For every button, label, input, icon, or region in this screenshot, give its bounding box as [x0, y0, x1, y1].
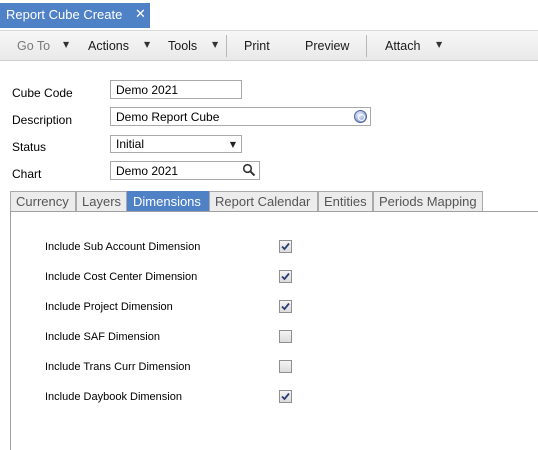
- tab-periods-mapping[interactable]: Periods Mapping: [373, 191, 483, 211]
- translate-lookup-icon[interactable]: [354, 110, 367, 123]
- chevron-down-icon[interactable]: ▼: [230, 140, 236, 149]
- cube-code-label: Cube Code: [12, 86, 73, 100]
- toolbar: Go To ▼ Actions ▼ Tools ▼ Print Preview …: [0, 31, 538, 61]
- status-label: Status: [12, 140, 47, 154]
- trans-curr-dimension-checkbox[interactable]: [279, 360, 292, 373]
- tab-label: Dimensions: [133, 194, 201, 209]
- checkmark-icon: [281, 392, 290, 401]
- daybook-dimension-checkbox[interactable]: [279, 390, 292, 403]
- checkmark-icon: [281, 242, 290, 251]
- goto-menu-button[interactable]: Go To: [17, 39, 50, 53]
- project-dimension-checkbox[interactable]: [279, 300, 292, 313]
- cube-code-input[interactable]: Demo 2021: [110, 80, 242, 99]
- goto-dropdown-arrow-icon[interactable]: ▼: [63, 40, 69, 49]
- daybook-dimension-label: Include Daybook Dimension: [45, 391, 182, 403]
- tab-entities[interactable]: Entities: [318, 191, 373, 211]
- description-label: Description: [12, 113, 73, 127]
- tab-report-calendar[interactable]: Report Calendar: [209, 191, 318, 211]
- chart-input[interactable]: Demo 2021: [110, 161, 260, 180]
- preview-button[interactable]: Preview: [305, 39, 349, 53]
- status-select[interactable]: Initial ▼: [110, 135, 242, 153]
- print-button[interactable]: Print: [244, 39, 270, 53]
- tab-label: Entities: [324, 194, 367, 209]
- project-dimension-label: Include Project Dimension: [45, 301, 173, 313]
- section-tab-bar: Currency Layers Dimensions Report Calend…: [10, 191, 538, 212]
- tools-menu-button[interactable]: Tools: [168, 39, 197, 53]
- document-tab-strip: Report Cube Create ✕: [0, 0, 538, 31]
- close-icon[interactable]: ✕: [135, 7, 146, 22]
- tab-label: Currency: [16, 194, 69, 209]
- trans-curr-dimension-label: Include Trans Curr Dimension: [45, 361, 191, 373]
- tools-dropdown-arrow-icon[interactable]: ▼: [212, 40, 218, 49]
- cube-code-value: Demo 2021: [116, 83, 179, 97]
- attach-dropdown-arrow-icon[interactable]: ▼: [436, 40, 442, 49]
- search-icon[interactable]: [242, 163, 256, 177]
- sub-account-dimension-label: Include Sub Account Dimension: [45, 241, 201, 253]
- toolbar-separator: [226, 35, 227, 57]
- attach-menu-button[interactable]: Attach: [385, 39, 420, 53]
- description-value: Demo Report Cube: [116, 110, 220, 124]
- tab-label: Report Calendar: [215, 194, 311, 209]
- cost-center-dimension-label: Include Cost Center Dimension: [45, 271, 198, 283]
- tab-label: Periods Mapping: [379, 194, 477, 209]
- status-value: Initial: [116, 137, 145, 151]
- checkmark-icon: [281, 272, 290, 281]
- toolbar-separator: [366, 35, 367, 57]
- saf-dimension-label: Include SAF Dimension: [45, 331, 160, 343]
- chart-value: Demo 2021: [116, 164, 179, 178]
- sub-account-dimension-checkbox[interactable]: [279, 240, 292, 253]
- actions-dropdown-arrow-icon[interactable]: ▼: [144, 40, 150, 49]
- dimensions-panel: Include Sub Account Dimension Include Co…: [10, 212, 538, 450]
- actions-menu-button[interactable]: Actions: [88, 39, 129, 53]
- chart-label: Chart: [12, 167, 42, 181]
- document-tab-title: Report Cube Create: [6, 7, 123, 22]
- tab-label: Layers: [82, 194, 122, 209]
- checkmark-icon: [281, 302, 290, 311]
- description-input[interactable]: Demo Report Cube: [110, 107, 371, 126]
- document-tab[interactable]: Report Cube Create ✕: [0, 3, 150, 28]
- cost-center-dimension-checkbox[interactable]: [279, 270, 292, 283]
- tab-currency[interactable]: Currency: [10, 191, 76, 211]
- tab-dimensions[interactable]: Dimensions: [127, 191, 209, 211]
- saf-dimension-checkbox[interactable]: [279, 330, 292, 343]
- tab-layers[interactable]: Layers: [76, 191, 127, 211]
